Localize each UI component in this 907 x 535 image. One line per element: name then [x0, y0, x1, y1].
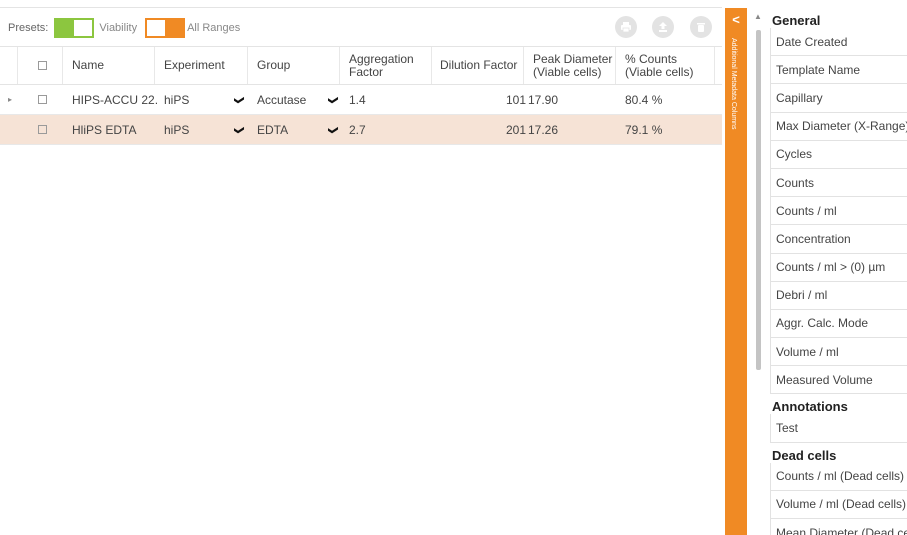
column-item[interactable]: Max Diameter (X-Range): [770, 112, 907, 141]
section-general-title: General: [772, 13, 821, 28]
col-name[interactable]: Name: [72, 47, 152, 84]
cell-group: Accutase: [257, 92, 307, 107]
top-divider: [0, 7, 722, 8]
upload-button[interactable]: [652, 16, 674, 38]
cell-name: HliPS EDTA: [72, 122, 137, 137]
scroll-up-icon[interactable]: ▲: [753, 12, 763, 21]
print-icon: [621, 22, 631, 33]
col-dilution[interactable]: Dilution Factor: [440, 47, 520, 84]
collapse-chevron-left-icon[interactable]: <: [725, 12, 747, 27]
column-item[interactable]: Counts / ml: [770, 197, 907, 226]
column-item[interactable]: Template Name: [770, 56, 907, 85]
table-header: Name Experiment Group Aggregation Factor…: [0, 46, 722, 85]
scrollbar-thumb[interactable]: [756, 30, 761, 370]
experiment-dropdown-chevron-down-icon[interactable]: ❯: [234, 115, 250, 144]
additional-metadata-tab[interactable]: < Additional Metadata Columns: [725, 8, 747, 535]
cell-experiment: hiPS: [164, 122, 190, 137]
table-row[interactable]: ▸ HIPS-ACCU 22.11... hiPS ❯ Accutase ❯ 1…: [0, 85, 722, 115]
app-window: Presets: Viability All Ranges Name Exper…: [0, 0, 907, 535]
delete-icon: [697, 23, 705, 32]
row-expander-icon[interactable]: ▸: [8, 85, 16, 114]
column-item[interactable]: Aggr. Calc. Mode: [770, 309, 907, 339]
table-row-selected[interactable]: HliPS EDTA hiPS ❯ EDTA ❯ 2.7 201 17.26 7…: [0, 115, 722, 145]
cell-counts: 80.4 %: [625, 92, 663, 107]
metadata-columns-panel: General Date Created Template Name Capil…: [770, 8, 907, 535]
presets-bar: Presets: Viability All Ranges: [8, 18, 248, 38]
cell-counts: 79.1 %: [625, 122, 663, 137]
cell-peak: 17.26: [528, 122, 559, 137]
upload-icon: [659, 22, 667, 32]
col-peak[interactable]: Peak Diameter (Viable cells): [533, 47, 613, 84]
column-item[interactable]: Date Created: [770, 28, 907, 57]
select-all-checkbox[interactable]: [38, 47, 50, 84]
group-dropdown-chevron-down-icon[interactable]: ❯: [328, 85, 344, 114]
column-item[interactable]: Volume / ml: [770, 338, 907, 367]
preset-all-ranges-swatch: [145, 18, 186, 38]
section-dead-cells-title: Dead cells: [772, 447, 837, 463]
column-item[interactable]: Counts: [770, 168, 907, 198]
preset-all-ranges-label: All Ranges: [187, 22, 241, 34]
delete-button[interactable]: [690, 16, 712, 38]
column-item[interactable]: Counts / ml > (0) µm: [770, 253, 907, 282]
preset-viability[interactable]: Viability: [54, 18, 137, 38]
column-item[interactable]: Measured Volume: [770, 366, 907, 395]
row-checkbox[interactable]: [38, 85, 50, 114]
preset-all-ranges[interactable]: All Ranges: [145, 18, 240, 38]
column-item[interactable]: Counts / ml (Dead cells): [770, 462, 907, 491]
preset-viability-label: Viability: [99, 22, 138, 34]
column-item[interactable]: Concentration: [770, 225, 907, 254]
row-checkbox[interactable]: [38, 115, 50, 144]
panel-scrollbar[interactable]: ▲: [753, 8, 763, 535]
column-item[interactable]: Mean Diameter (Dead cells): [770, 519, 907, 535]
column-item[interactable]: Capillary: [770, 84, 907, 113]
cell-experiment: hiPS: [164, 92, 190, 107]
cell-aggregation: 2.7: [349, 122, 366, 137]
results-table: Name Experiment Group Aggregation Factor…: [0, 46, 722, 145]
section-annotations-title: Annotations: [772, 399, 848, 415]
additional-metadata-label: Additional Metadata Columns: [730, 38, 737, 130]
column-item[interactable]: Test: [770, 414, 907, 443]
cell-group: EDTA: [257, 122, 289, 137]
column-item[interactable]: Debri / ml: [770, 281, 907, 310]
preset-viability-swatch: [54, 18, 95, 38]
print-button[interactable]: [615, 16, 637, 38]
col-counts[interactable]: % Counts (Viable cells): [625, 47, 710, 84]
experiment-dropdown-chevron-down-icon[interactable]: ❯: [234, 85, 250, 114]
cell-name: HIPS-ACCU 22.11...: [72, 92, 158, 107]
presets-label: Presets:: [8, 22, 49, 34]
col-group[interactable]: Group: [257, 47, 337, 84]
cell-aggregation: 1.4: [349, 92, 366, 107]
cell-dilution: 101: [505, 92, 526, 107]
group-dropdown-chevron-down-icon[interactable]: ❯: [328, 115, 344, 144]
cell-peak: 17.90: [528, 92, 559, 107]
column-item[interactable]: Cycles: [770, 140, 907, 169]
col-experiment[interactable]: Experiment: [164, 47, 244, 84]
col-aggregation[interactable]: Aggregation Factor: [349, 47, 429, 84]
cell-dilution: 201: [505, 122, 526, 137]
column-item[interactable]: Volume / ml (Dead cells): [770, 490, 907, 519]
